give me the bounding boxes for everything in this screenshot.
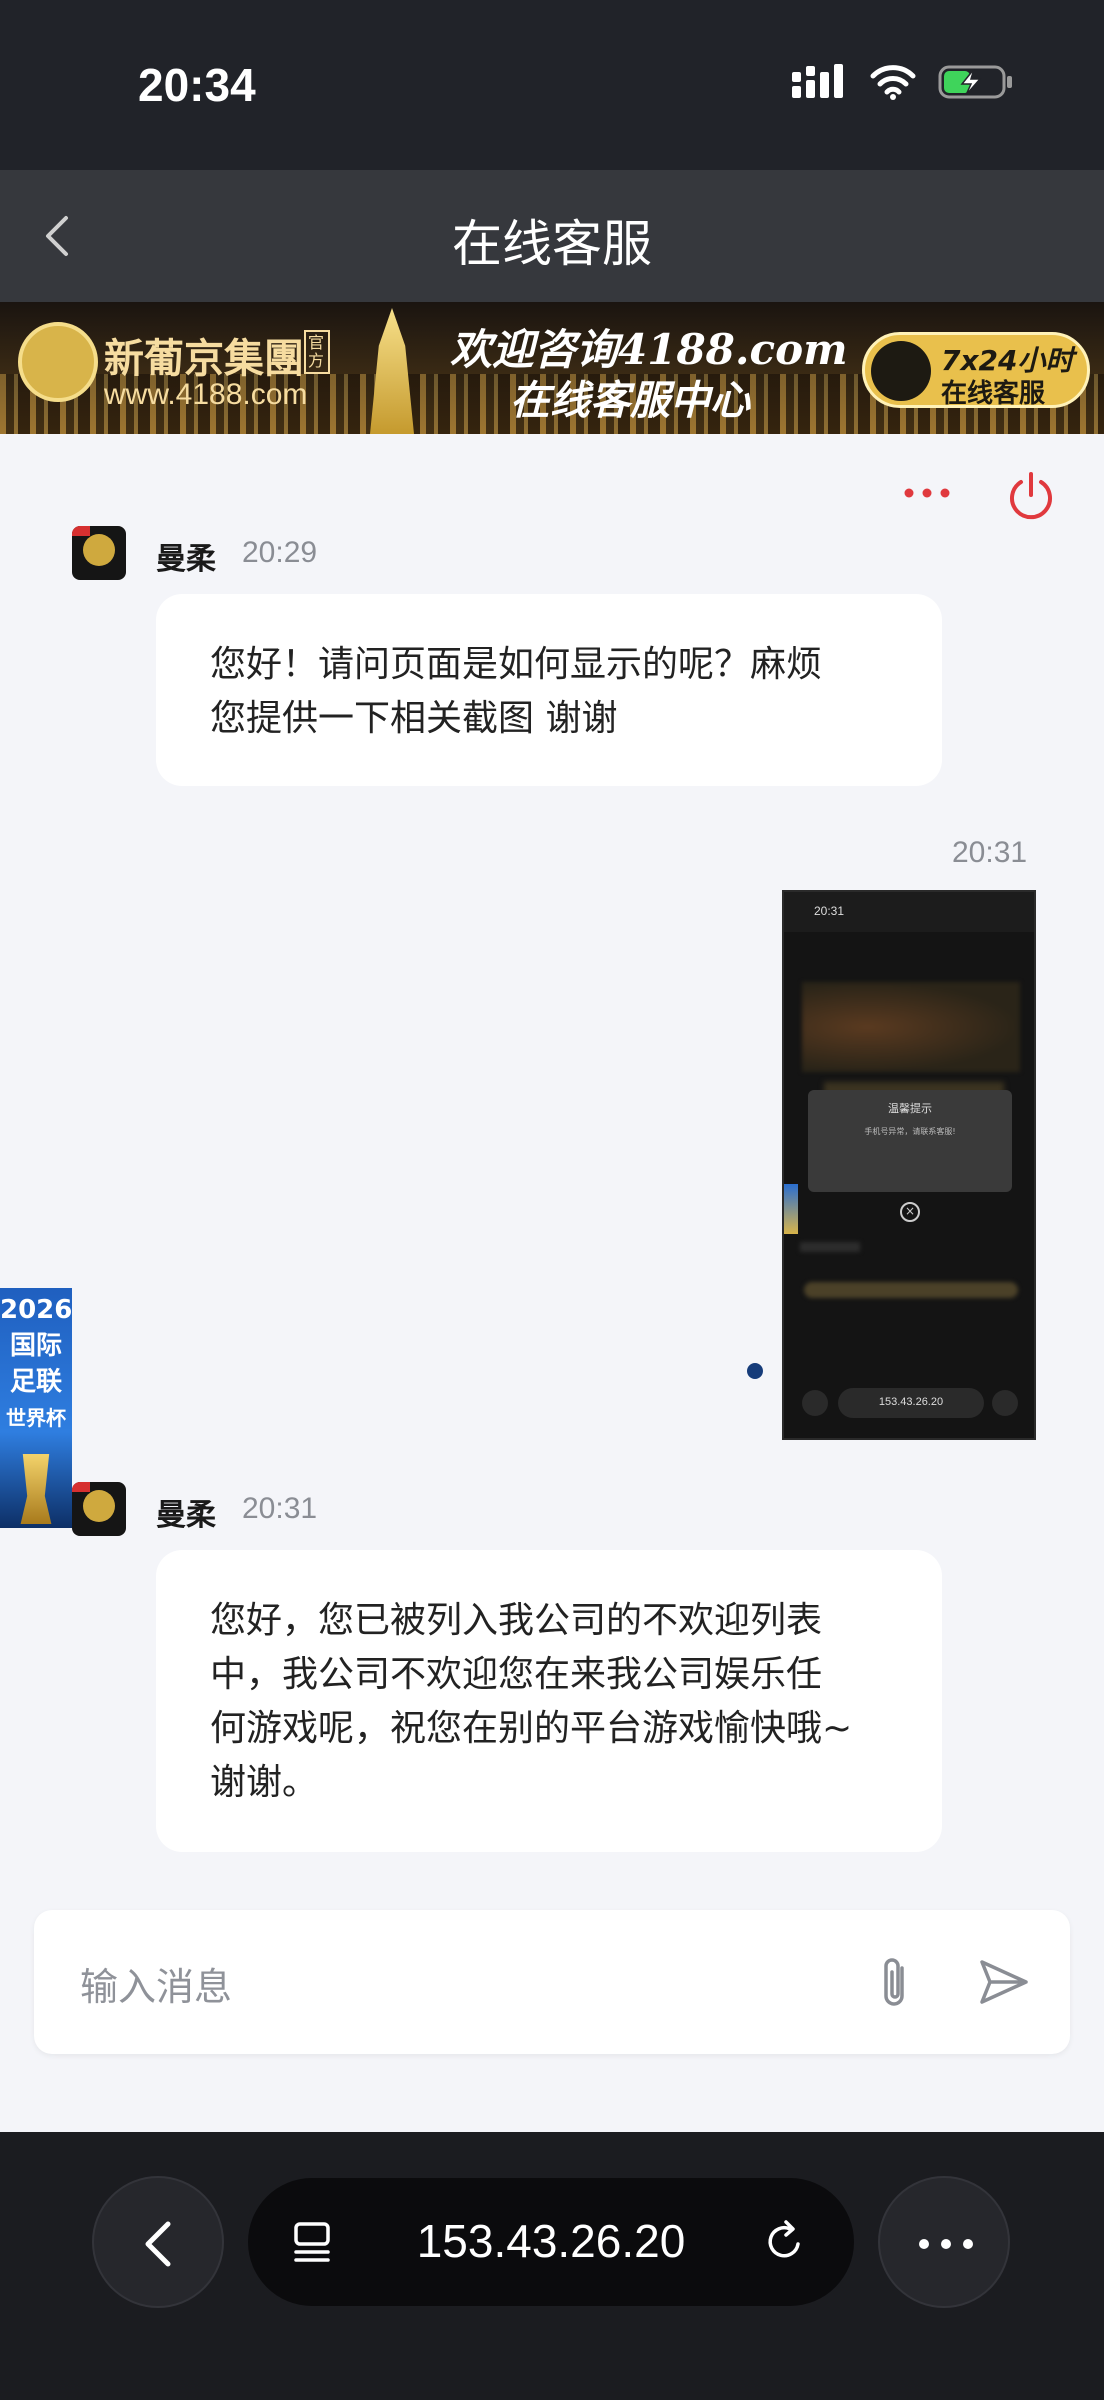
ad-line: 足联: [9, 1367, 62, 1397]
thumb-dialog-text: 手机号异常，请联系客服!: [864, 1127, 956, 1136]
message-line: 谢谢。: [210, 1762, 319, 1803]
status-icons: [792, 64, 1014, 100]
floating-ad[interactable]: 2026 国际 足联 世界杯: [0, 1288, 72, 1528]
thumb-dialog-title: 温馨提示: [888, 1102, 932, 1115]
address-bar[interactable]: 153.43.26.20: [248, 2178, 854, 2306]
more-options-icon[interactable]: [902, 478, 952, 508]
message-line: 何游戏呢，祝您在别的平台游戏愉快哦~: [210, 1708, 853, 1749]
browser-toolbar: 153.43.26.20: [0, 2132, 1104, 2400]
ad-line: 世界杯: [6, 1406, 66, 1430]
message-bubble: 您好，您已被列入我公司的不欢迎列表 中，我公司不欢迎您在来我公司娱乐任 何游戏呢…: [156, 1550, 942, 1852]
badge-line2: 在线客服: [941, 379, 1046, 409]
message-line: 您好，您已被列入我公司的不欢迎列表: [210, 1600, 823, 1641]
ad-line: 国际: [9, 1331, 62, 1361]
trophy-icon: [20, 1454, 52, 1524]
thumb-url: 153.43.26.20: [878, 1396, 944, 1408]
ad-line: 2026: [0, 1295, 72, 1325]
message-bubble: 您好！请问页面是如何显示的呢？麻烦 您提供一下相关截图 谢谢: [156, 594, 942, 786]
agent-avatar[interactable]: [72, 526, 126, 580]
thumb-time: 20:31: [814, 904, 845, 918]
banner-center: 在线客服中心: [510, 377, 750, 424]
battery-icon: [938, 65, 1012, 99]
brand-logo-icon: [18, 322, 98, 402]
sender-name: 曼柔: [156, 1498, 216, 1533]
message-time: 20:29: [242, 536, 318, 569]
header-bar: 在线客服: [0, 170, 1104, 302]
banner-url: www.4188.com: [104, 378, 308, 411]
status-bar: 20:34: [0, 0, 1104, 170]
promo-banner[interactable]: 新葡京集團 官方 www.4188.com 欢迎咨询4188.com 在线客服中…: [0, 302, 1104, 434]
more-icon: [919, 2239, 973, 2249]
close-icon: ×: [900, 1202, 920, 1222]
banner-official-tag: 官方: [304, 330, 330, 374]
message-line: 中，我公司不欢迎您在来我公司娱乐任: [210, 1654, 823, 1695]
power-icon[interactable]: [1006, 470, 1056, 520]
sender-name: 曼柔: [156, 542, 216, 577]
signal-icon: [792, 64, 843, 98]
banner-brand: 新葡京集團: [104, 335, 304, 382]
page-title: 在线客服: [452, 215, 652, 273]
thumb-dialog: 温馨提示 手机号异常，请联系客服!: [808, 1090, 1012, 1192]
screenshot-image[interactable]: 20:31 温馨提示 手机号异常，请联系客服! × 153.43.26.20: [782, 890, 1036, 1440]
message-time: 20:31: [952, 836, 1028, 869]
browser-menu-button[interactable]: [878, 2176, 1010, 2308]
send-icon[interactable]: [974, 1952, 1034, 2012]
agent-avatar[interactable]: [72, 1482, 126, 1536]
attach-icon[interactable]: [868, 1954, 924, 2014]
banner-badge: 7x24小时 在线客服: [862, 332, 1090, 409]
chevron-left-icon: [145, 2221, 171, 2267]
message-input[interactable]: 输入消息: [80, 1956, 232, 2011]
headset-icon: [871, 341, 931, 401]
reload-icon[interactable]: [760, 2218, 808, 2266]
message-composer[interactable]: 输入消息: [34, 1910, 1070, 2054]
message-line: 您好！请问页面是如何显示的呢？麻烦: [210, 644, 823, 685]
browser-back-button[interactable]: [92, 2176, 224, 2308]
message-time: 20:31: [242, 1492, 318, 1525]
tower-icon: [370, 308, 414, 434]
status-time: 20:34: [138, 59, 256, 111]
status-dot: [747, 1363, 763, 1379]
message-line: 您提供一下相关截图 谢谢: [210, 698, 618, 739]
wifi-icon: [870, 65, 916, 100]
